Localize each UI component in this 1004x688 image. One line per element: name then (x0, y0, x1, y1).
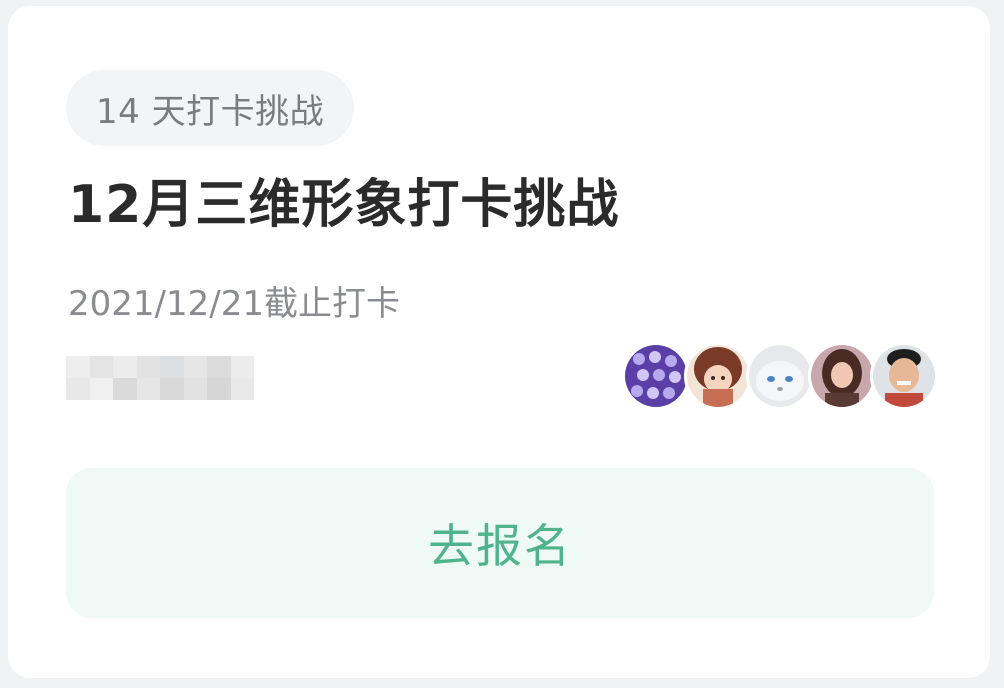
deadline-text: 2021/12/21截止打卡 (68, 284, 400, 324)
participant-avatar (870, 342, 938, 410)
participant-avatar (808, 342, 876, 410)
participant-avatar (746, 342, 814, 410)
challenge-title: 12月三维形象打卡挑战 (68, 175, 620, 235)
blurred-text (66, 356, 254, 400)
challenge-duration-tag: 14 天打卡挑战 (66, 70, 355, 146)
participant-avatars[interactable] (622, 342, 938, 410)
participant-avatar (622, 342, 690, 410)
signup-button[interactable]: 去报名 (66, 468, 934, 618)
challenge-card[interactable]: 14 天打卡挑战 12月三维形象打卡挑战 2021/12/21截止打卡 去报名 (8, 6, 990, 678)
participant-avatar (684, 342, 752, 410)
